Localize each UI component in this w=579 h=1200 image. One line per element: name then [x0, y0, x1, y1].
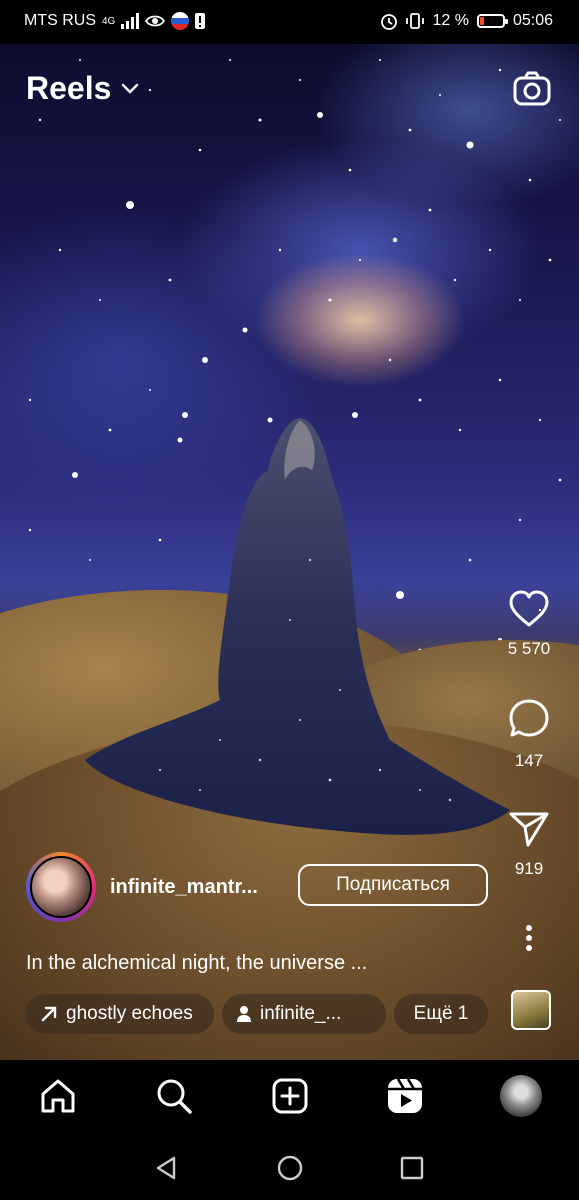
system-back-button[interactable]: [152, 1154, 180, 1182]
vibrate-icon: [406, 13, 425, 29]
status-bar: MTS RUS 4G 12 % 05:06: [0, 0, 579, 44]
search-icon: [157, 1079, 192, 1114]
tagged-user-label: infinite_...: [260, 1003, 342, 1024]
heart-icon: [509, 590, 549, 627]
person-icon: [236, 1005, 252, 1023]
carrier-label: MTS RUS: [24, 12, 96, 29]
profile-avatar: [500, 1075, 542, 1117]
status-left: MTS RUS 4G: [24, 12, 206, 30]
reels-icon: [388, 1078, 422, 1113]
more-chip-label: Ещё 1: [413, 1003, 469, 1024]
more-chip[interactable]: Ещё 1: [394, 994, 488, 1034]
alarm-icon: [381, 14, 398, 30]
audio-thumbnail[interactable]: [511, 990, 551, 1030]
bottom-nav: [0, 1060, 579, 1134]
reels-title-dropdown[interactable]: Reels: [26, 70, 139, 107]
network-label: 4G: [102, 15, 116, 27]
eye-icon: [145, 15, 166, 27]
camera-icon[interactable]: [513, 70, 551, 108]
home-circle-icon: [277, 1155, 303, 1181]
alert-icon: [195, 13, 206, 29]
more-vertical-icon: [526, 925, 532, 951]
page-title: Reels: [26, 70, 112, 106]
author-avatar: [30, 856, 92, 918]
audio-chip-label: ghostly echoes: [66, 1003, 193, 1024]
follow-button[interactable]: Подписаться: [298, 864, 488, 906]
clock: 05:06: [512, 12, 553, 29]
author-row[interactable]: infinite_mantr...: [26, 852, 290, 922]
audio-chip[interactable]: ghostly echoes: [26, 994, 214, 1034]
system-recents-button[interactable]: [398, 1154, 426, 1182]
signal-icon: [121, 13, 140, 29]
comment-icon: [509, 699, 549, 737]
story-ring[interactable]: [26, 852, 96, 922]
nav-create[interactable]: [268, 1074, 312, 1118]
share-button[interactable]: 919: [499, 810, 559, 879]
nav-profile[interactable]: [499, 1074, 543, 1118]
arrow-up-right-icon: [40, 1005, 58, 1023]
create-icon: [272, 1078, 308, 1114]
share-count: 919: [514, 859, 544, 878]
like-button[interactable]: 5 570: [499, 590, 559, 659]
status-right: 12 % 05:06: [380, 12, 553, 30]
like-count: 5 570: [507, 639, 551, 658]
back-icon: [156, 1156, 176, 1180]
comment-count: 147: [514, 751, 544, 770]
russia-flag-icon: [171, 12, 190, 30]
comment-button[interactable]: 147: [499, 698, 559, 771]
system-nav: [0, 1134, 579, 1200]
author-username[interactable]: infinite_mantr...: [110, 876, 290, 899]
tagged-user-chip[interactable]: infinite_...: [222, 994, 386, 1034]
reels-screen: MTS RUS 4G 12 % 05:06 Reels 5 570 147 91…: [0, 0, 579, 1200]
home-icon: [41, 1079, 75, 1113]
send-icon: [509, 812, 549, 847]
nav-home[interactable]: [36, 1074, 80, 1118]
nav-search[interactable]: [152, 1074, 196, 1118]
battery-icon: [476, 14, 508, 28]
post-caption[interactable]: In the alchemical night, the universe ..…: [26, 952, 446, 975]
battery-percent: 12 %: [432, 12, 469, 29]
chevron-down-icon: [122, 83, 139, 94]
more-options-button[interactable]: [499, 924, 559, 957]
nav-reels[interactable]: [383, 1074, 427, 1118]
recents-icon: [400, 1156, 424, 1180]
system-home-button[interactable]: [276, 1154, 304, 1182]
